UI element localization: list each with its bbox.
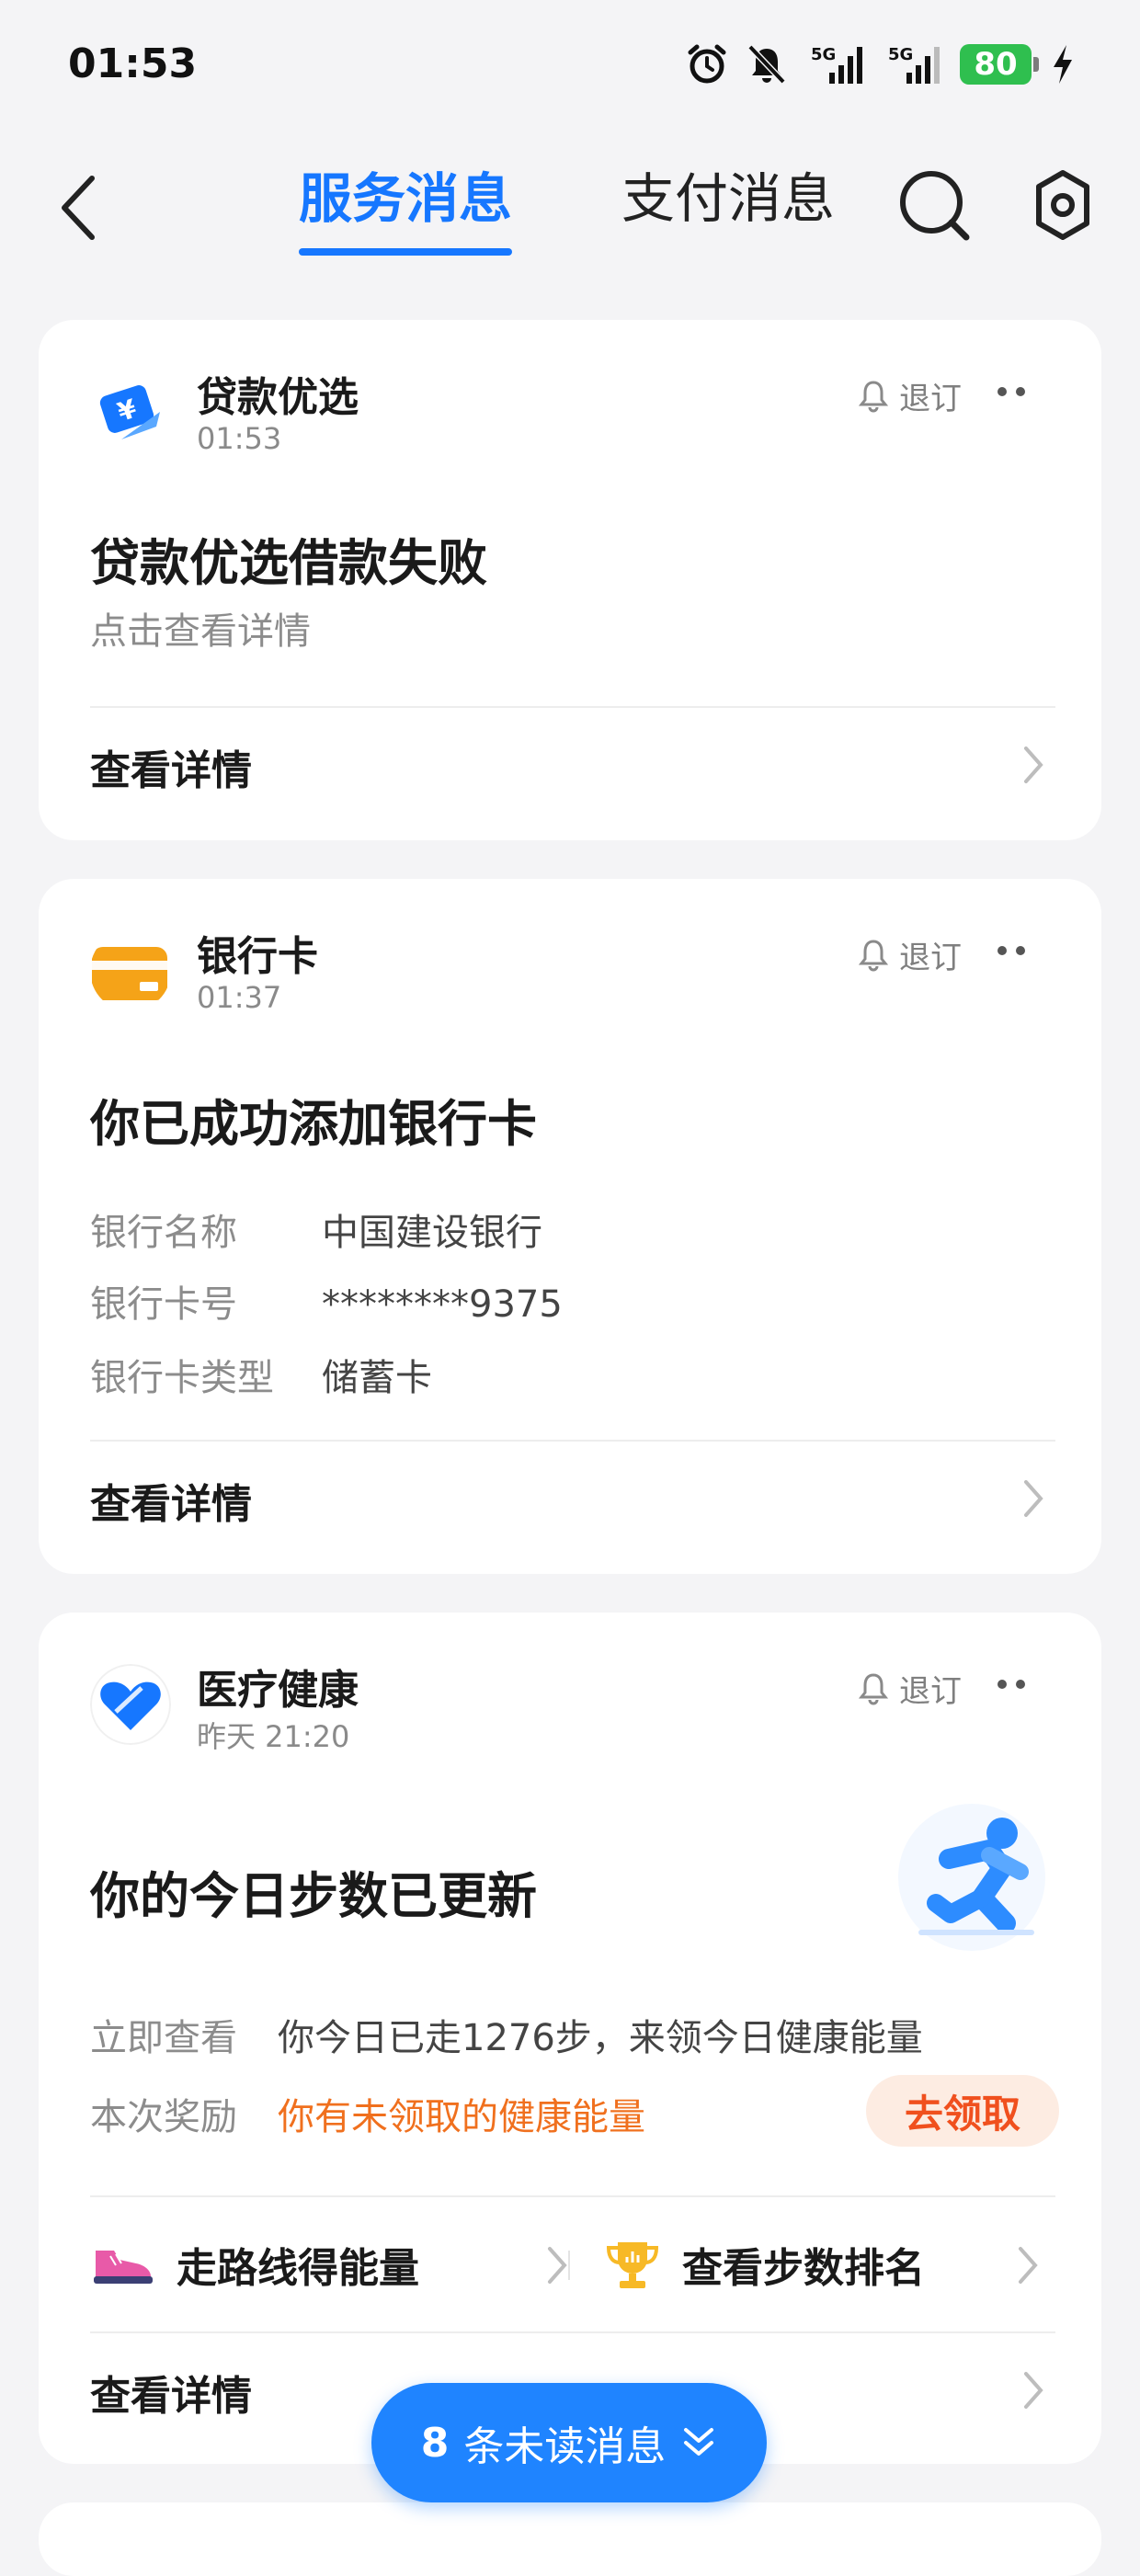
message-card-health[interactable]: 医疗健康 昨天 21:20 退订 你的今日步数已更新 立即查看 你今日已走1276… [39, 1613, 1101, 2464]
tab-service-messages[interactable]: 服务消息 [299, 162, 513, 256]
signal-5g-icon: 5G [888, 45, 940, 84]
gear-icon[interactable] [1028, 169, 1098, 241]
message-title: 你已成功添加银行卡 [90, 1095, 537, 1153]
action-separator [568, 2251, 570, 2280]
unread-label: 条未读消息 [463, 2423, 667, 2470]
unread-messages-button[interactable]: 8 条未读消息 [371, 2383, 767, 2502]
mute-icon [747, 44, 786, 85]
bell-icon [859, 1672, 888, 1704]
tab-label: 支付消息 [621, 167, 836, 230]
chevron-right-icon [1024, 747, 1043, 783]
tab-label: 服务消息 [299, 167, 513, 230]
view-details-row[interactable]: 查看详情 [90, 721, 1055, 804]
nav-bar: 服务消息 支付消息 [0, 138, 1140, 267]
field-label: 银行名称 [90, 1212, 237, 1254]
sneaker-icon [94, 2251, 153, 2284]
field-value: ********9375 [322, 1283, 563, 1326]
field-value: 你今日已走1276步，来领今日健康能量 [278, 2017, 923, 2059]
chevron-right-icon [548, 2247, 567, 2284]
field-value: 你有未领取的健康能量 [278, 2096, 645, 2138]
field-value: 中国建设银行 [322, 1212, 542, 1254]
unsubscribe-label: 退订 [899, 381, 962, 417]
unsubscribe-button[interactable]: 退订 [859, 373, 962, 418]
health-app-icon [90, 1664, 171, 1745]
field-label: 立即查看 [90, 2017, 237, 2059]
divider [90, 706, 1055, 708]
battery-icon: 80 [960, 44, 1039, 85]
chevron-right-icon [1024, 1480, 1043, 1517]
svg-text:5G: 5G [888, 45, 913, 64]
more-icon[interactable] [995, 940, 1028, 962]
running-figure-icon [898, 1804, 1045, 1951]
charging-icon [1054, 45, 1072, 84]
message-title: 贷款优选借款失败 [90, 534, 487, 592]
message-card-partial[interactable] [39, 2502, 1101, 2576]
trophy-icon [606, 2242, 659, 2288]
message-time: 01:53 [197, 421, 282, 456]
svg-text:5G: 5G [811, 45, 836, 64]
message-card-loan[interactable]: ¥ 贷款优选 01:53 退订 贷款优选借款失败 点击查看详情 查看详情 [39, 320, 1101, 840]
status-time: 01:53 [68, 40, 198, 87]
field-label: 本次奖励 [90, 2096, 237, 2138]
bank-name-row: 银行名称 中国建设银行 [90, 1203, 542, 1256]
view-details-label: 查看详情 [90, 2373, 252, 2420]
app-name: 医疗健康 [197, 1667, 359, 1714]
search-icon[interactable] [896, 167, 972, 243]
field-label: 银行卡号 [90, 1283, 237, 1326]
action-label: 走路线得能量 [177, 2245, 419, 2292]
chevron-right-icon [1019, 2247, 1038, 2284]
step-ranking-action[interactable]: 查看步数排名 [605, 2223, 1050, 2306]
message-subtitle: 点击查看详情 [90, 610, 311, 653]
card-header: ¥ 贷款优选 01:53 退订 [90, 364, 1050, 456]
more-icon[interactable] [995, 1673, 1028, 1695]
card-type-row: 银行卡类型 储蓄卡 [90, 1348, 432, 1401]
divider [90, 2195, 1055, 2197]
walk-route-action[interactable]: 走路线得能量 [90, 2223, 568, 2306]
unsubscribe-label: 退订 [899, 1673, 962, 1710]
tab-active-indicator [299, 248, 513, 256]
divider [90, 2331, 1055, 2333]
unsubscribe-button[interactable]: 退订 [859, 932, 962, 977]
more-icon[interactable] [995, 381, 1028, 403]
app-name: 贷款优选 [197, 374, 359, 421]
bell-icon [859, 939, 888, 971]
message-time: 昨天 21:20 [197, 1719, 350, 1754]
claim-button[interactable]: 去领取 [866, 2075, 1059, 2147]
alarm-icon [688, 44, 726, 84]
message-title: 你的今日步数已更新 [90, 1867, 537, 1925]
status-icons: 5G 5G 80 [686, 40, 1076, 88]
bank-card-app-icon [90, 930, 171, 1011]
divider [90, 1440, 1055, 1442]
back-icon[interactable] [51, 171, 107, 245]
steps-row: 立即查看 你今日已走1276步，来领今日健康能量 [90, 2008, 923, 2061]
reward-row: 本次奖励 你有未领取的健康能量 [90, 2087, 645, 2140]
status-bar: 01:53 5G 5G 80 [0, 0, 1140, 129]
tab-payment-messages[interactable]: 支付消息 [621, 162, 835, 245]
card-header: 银行卡 01:37 退订 [90, 923, 1050, 1015]
field-value: 储蓄卡 [322, 1357, 432, 1399]
unsubscribe-label: 退订 [899, 940, 962, 976]
unread-count: 8 [420, 2419, 450, 2467]
message-card-bank[interactable]: 银行卡 01:37 退订 你已成功添加银行卡 银行名称 中国建设银行 银行卡号 **… [39, 879, 1101, 1574]
action-label: 查看步数排名 [682, 2245, 925, 2292]
card-header: 医疗健康 昨天 21:20 退订 [90, 1657, 1050, 1754]
view-details-row[interactable]: 查看详情 [90, 1454, 1055, 1537]
view-details-label: 查看详情 [90, 1481, 252, 1528]
app-name: 银行卡 [197, 933, 318, 980]
field-label: 银行卡类型 [90, 1357, 274, 1399]
card-number-row: 银行卡号 ********9375 [90, 1274, 563, 1328]
message-time: 01:37 [197, 980, 282, 1015]
view-details-label: 查看详情 [90, 747, 252, 794]
loan-app-icon: ¥ [90, 371, 171, 452]
bell-icon [859, 380, 888, 412]
double-chevron-down-icon [684, 2428, 714, 2456]
signal-5g-icon: 5G [811, 45, 862, 84]
chevron-right-icon [1024, 2372, 1043, 2409]
unsubscribe-button[interactable]: 退订 [859, 1666, 962, 1711]
